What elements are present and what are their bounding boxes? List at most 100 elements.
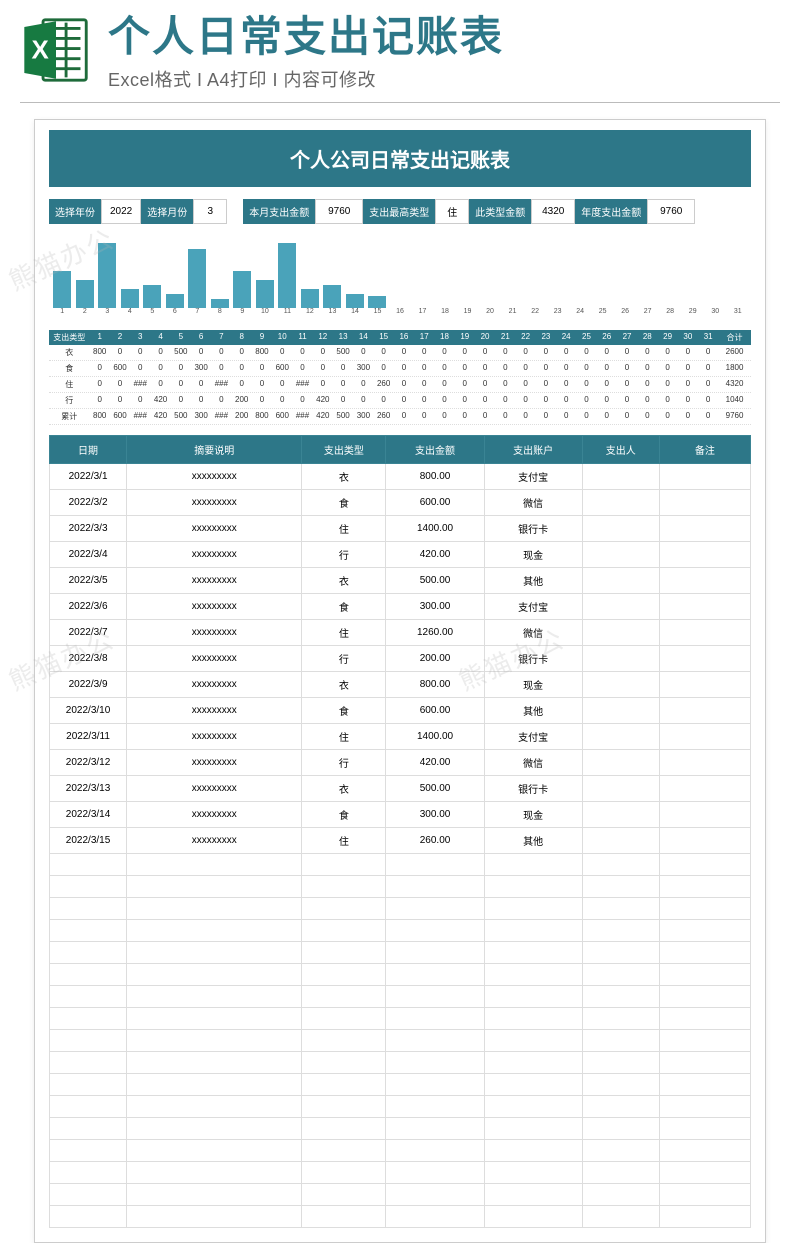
table-row[interactable]: 2022/3/3xxxxxxxxx住1400.00银行卡 bbox=[50, 516, 751, 542]
cell-note[interactable] bbox=[659, 698, 750, 724]
cell-type[interactable]: 食 bbox=[302, 698, 386, 724]
cell-acct[interactable]: 银行卡 bbox=[484, 646, 582, 672]
cell-acct[interactable]: 微信 bbox=[484, 490, 582, 516]
table-row-empty[interactable] bbox=[50, 876, 751, 898]
table-row-empty[interactable] bbox=[50, 1030, 751, 1052]
cell-person[interactable] bbox=[582, 594, 659, 620]
cell-date[interactable]: 2022/3/11 bbox=[50, 724, 127, 750]
cell-date[interactable]: 2022/3/8 bbox=[50, 646, 127, 672]
cell-type[interactable]: 衣 bbox=[302, 672, 386, 698]
cell-person[interactable] bbox=[582, 828, 659, 854]
cell-date[interactable]: 2022/3/6 bbox=[50, 594, 127, 620]
cell-desc[interactable]: xxxxxxxxx bbox=[127, 724, 302, 750]
table-row[interactable]: 2022/3/10xxxxxxxxx食600.00其他 bbox=[50, 698, 751, 724]
cell-amt[interactable]: 800.00 bbox=[386, 672, 484, 698]
cell-type[interactable]: 衣 bbox=[302, 568, 386, 594]
cell-amt[interactable]: 500.00 bbox=[386, 568, 484, 594]
cell-amt[interactable]: 1400.00 bbox=[386, 724, 484, 750]
cell-type[interactable]: 住 bbox=[302, 516, 386, 542]
table-row[interactable]: 2022/3/11xxxxxxxxx住1400.00支付宝 bbox=[50, 724, 751, 750]
cell-note[interactable] bbox=[659, 672, 750, 698]
cell-desc[interactable]: xxxxxxxxx bbox=[127, 698, 302, 724]
table-row-empty[interactable] bbox=[50, 1140, 751, 1162]
cell-person[interactable] bbox=[582, 776, 659, 802]
cell-amt[interactable]: 600.00 bbox=[386, 490, 484, 516]
cell-type[interactable]: 衣 bbox=[302, 776, 386, 802]
table-row[interactable]: 2022/3/4xxxxxxxxx行420.00现金 bbox=[50, 542, 751, 568]
cell-type[interactable]: 行 bbox=[302, 646, 386, 672]
table-row-empty[interactable] bbox=[50, 1008, 751, 1030]
cell-desc[interactable]: xxxxxxxxx bbox=[127, 568, 302, 594]
cell-date[interactable]: 2022/3/14 bbox=[50, 802, 127, 828]
cell-acct[interactable]: 支付宝 bbox=[484, 724, 582, 750]
table-row[interactable]: 2022/3/7xxxxxxxxx住1260.00微信 bbox=[50, 620, 751, 646]
table-row[interactable]: 2022/3/13xxxxxxxxx衣500.00银行卡 bbox=[50, 776, 751, 802]
cell-person[interactable] bbox=[582, 542, 659, 568]
cell-amt[interactable]: 1400.00 bbox=[386, 516, 484, 542]
table-row[interactable]: 2022/3/6xxxxxxxxx食300.00支付宝 bbox=[50, 594, 751, 620]
table-row[interactable]: 2022/3/15xxxxxxxxx住260.00其他 bbox=[50, 828, 751, 854]
cell-person[interactable] bbox=[582, 724, 659, 750]
cell-amt[interactable]: 420.00 bbox=[386, 750, 484, 776]
cell-desc[interactable]: xxxxxxxxx bbox=[127, 594, 302, 620]
table-row[interactable]: 2022/3/1xxxxxxxxx衣800.00支付宝 bbox=[50, 464, 751, 490]
cell-type[interactable]: 住 bbox=[302, 620, 386, 646]
cell-amt[interactable]: 1260.00 bbox=[386, 620, 484, 646]
cell-desc[interactable]: xxxxxxxxx bbox=[127, 464, 302, 490]
table-row-empty[interactable] bbox=[50, 854, 751, 876]
cell-type[interactable]: 食 bbox=[302, 490, 386, 516]
table-row[interactable]: 2022/3/5xxxxxxxxx衣500.00其他 bbox=[50, 568, 751, 594]
cell-note[interactable] bbox=[659, 776, 750, 802]
cell-desc[interactable]: xxxxxxxxx bbox=[127, 620, 302, 646]
cell-note[interactable] bbox=[659, 828, 750, 854]
cell-note[interactable] bbox=[659, 516, 750, 542]
cell-person[interactable] bbox=[582, 516, 659, 542]
cell-acct[interactable]: 其他 bbox=[484, 568, 582, 594]
cell-desc[interactable]: xxxxxxxxx bbox=[127, 490, 302, 516]
cell-note[interactable] bbox=[659, 750, 750, 776]
table-row-empty[interactable] bbox=[50, 1206, 751, 1228]
cell-type[interactable]: 食 bbox=[302, 802, 386, 828]
cell-desc[interactable]: xxxxxxxxx bbox=[127, 828, 302, 854]
cell-person[interactable] bbox=[582, 672, 659, 698]
cell-date[interactable]: 2022/3/1 bbox=[50, 464, 127, 490]
cell-date[interactable]: 2022/3/7 bbox=[50, 620, 127, 646]
cell-acct[interactable]: 微信 bbox=[484, 750, 582, 776]
cell-type[interactable]: 衣 bbox=[302, 464, 386, 490]
cell-date[interactable]: 2022/3/5 bbox=[50, 568, 127, 594]
table-row[interactable]: 2022/3/12xxxxxxxxx行420.00微信 bbox=[50, 750, 751, 776]
cell-date[interactable]: 2022/3/15 bbox=[50, 828, 127, 854]
month-value[interactable]: 3 bbox=[193, 199, 227, 224]
cell-acct[interactable]: 微信 bbox=[484, 620, 582, 646]
cell-note[interactable] bbox=[659, 490, 750, 516]
cell-person[interactable] bbox=[582, 568, 659, 594]
cell-amt[interactable]: 300.00 bbox=[386, 594, 484, 620]
cell-note[interactable] bbox=[659, 594, 750, 620]
cell-note[interactable] bbox=[659, 802, 750, 828]
cell-note[interactable] bbox=[659, 646, 750, 672]
cell-note[interactable] bbox=[659, 620, 750, 646]
cell-person[interactable] bbox=[582, 490, 659, 516]
cell-date[interactable]: 2022/3/9 bbox=[50, 672, 127, 698]
cell-acct[interactable]: 其他 bbox=[484, 828, 582, 854]
cell-desc[interactable]: xxxxxxxxx bbox=[127, 672, 302, 698]
table-row-empty[interactable] bbox=[50, 964, 751, 986]
table-row-empty[interactable] bbox=[50, 1118, 751, 1140]
table-row-empty[interactable] bbox=[50, 1052, 751, 1074]
table-row-empty[interactable] bbox=[50, 1162, 751, 1184]
table-row-empty[interactable] bbox=[50, 898, 751, 920]
cell-amt[interactable]: 200.00 bbox=[386, 646, 484, 672]
cell-acct[interactable]: 其他 bbox=[484, 698, 582, 724]
table-row-empty[interactable] bbox=[50, 942, 751, 964]
cell-acct[interactable]: 银行卡 bbox=[484, 776, 582, 802]
cell-acct[interactable]: 支付宝 bbox=[484, 594, 582, 620]
cell-person[interactable] bbox=[582, 646, 659, 672]
cell-type[interactable]: 行 bbox=[302, 750, 386, 776]
cell-person[interactable] bbox=[582, 802, 659, 828]
cell-acct[interactable]: 现金 bbox=[484, 802, 582, 828]
table-row[interactable]: 2022/3/9xxxxxxxxx衣800.00现金 bbox=[50, 672, 751, 698]
cell-amt[interactable]: 800.00 bbox=[386, 464, 484, 490]
cell-amt[interactable]: 260.00 bbox=[386, 828, 484, 854]
cell-amt[interactable]: 500.00 bbox=[386, 776, 484, 802]
table-row-empty[interactable] bbox=[50, 1074, 751, 1096]
